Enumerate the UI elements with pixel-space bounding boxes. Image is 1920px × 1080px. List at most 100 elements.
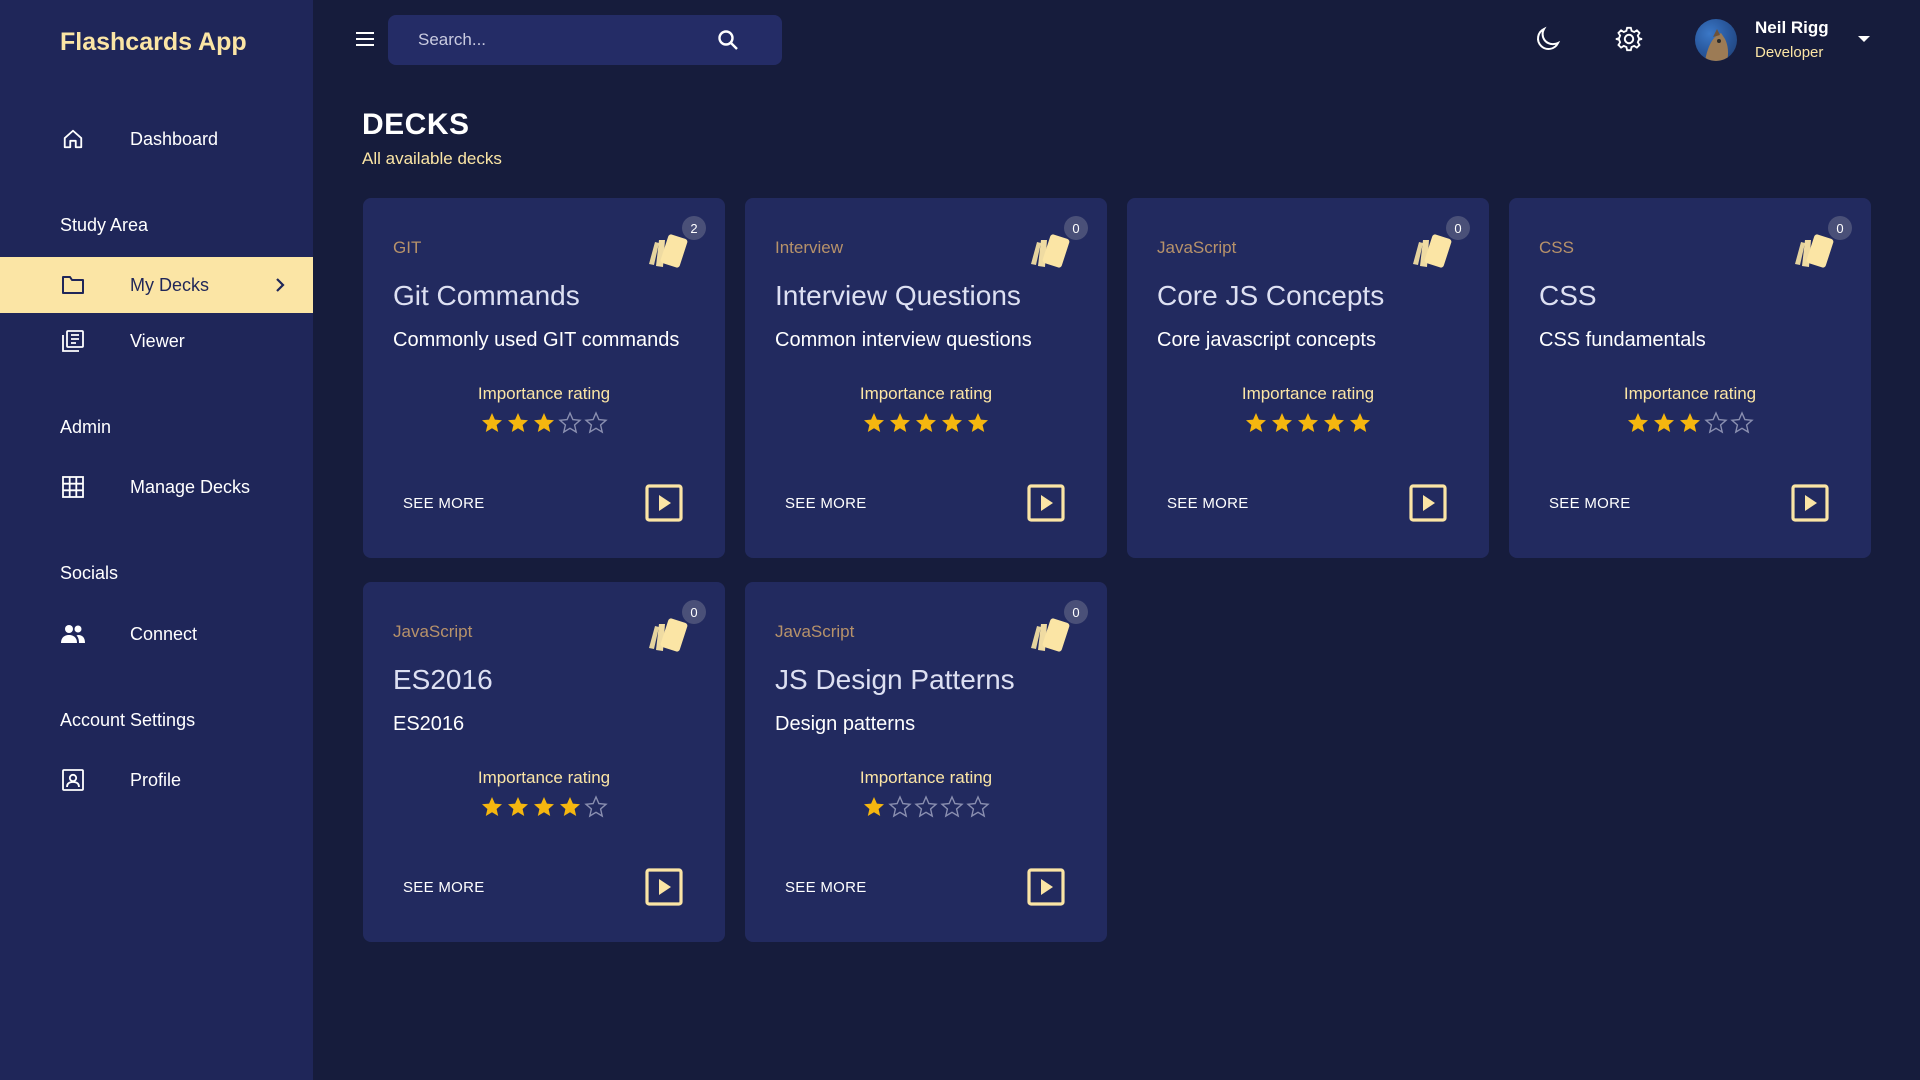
user-name: Neil Rigg xyxy=(1755,18,1829,37)
importance-rating-label: Importance rating xyxy=(859,768,993,787)
deck-description: ES2016 xyxy=(393,713,465,735)
deck-card: CSS 0 CSS CSS fundamentals Importance ra… xyxy=(1509,198,1871,558)
deck-category: JavaScript xyxy=(775,622,855,641)
caret-down-icon[interactable] xyxy=(1855,32,1873,46)
grid-icon xyxy=(60,474,86,500)
star-empty-icon xyxy=(558,411,582,435)
see-more-button[interactable]: SEE MORE xyxy=(1167,495,1249,512)
settings-gear-icon[interactable] xyxy=(1614,24,1644,54)
deck-title: Core JS Concepts xyxy=(1157,280,1385,311)
deck-card: GIT 2 Git Commands Commonly used GIT com… xyxy=(363,198,725,558)
star-filled-icon xyxy=(506,795,530,819)
chevron-right-icon xyxy=(273,278,287,292)
deck-category: GIT xyxy=(393,238,422,257)
people-icon xyxy=(60,621,86,647)
card-count-badge: 0 xyxy=(1064,216,1088,240)
play-icon[interactable] xyxy=(644,867,684,907)
deck-card: JavaScript 0 Core JS Concepts Core javas… xyxy=(1127,198,1489,558)
importance-rating-label: Importance rating xyxy=(1241,384,1375,403)
star-filled-icon xyxy=(1322,411,1346,435)
star-empty-icon xyxy=(914,795,938,819)
importance-rating-label: Importance rating xyxy=(859,384,993,403)
sidebar-item-label: Dashboard xyxy=(130,128,219,149)
search-input[interactable] xyxy=(388,15,728,65)
deck-category: Interview xyxy=(775,238,844,257)
deck-description: Common interview questions xyxy=(775,329,1032,351)
see-more-button[interactable]: SEE MORE xyxy=(785,879,867,896)
menu-icon[interactable] xyxy=(354,28,376,50)
play-icon[interactable] xyxy=(644,483,684,523)
star-filled-icon xyxy=(506,411,530,435)
star-filled-icon xyxy=(1296,411,1320,435)
play-icon[interactable] xyxy=(1408,483,1448,523)
page-title: DECKS xyxy=(362,108,470,141)
see-more-button[interactable]: SEE MORE xyxy=(785,495,867,512)
card-count-badge: 0 xyxy=(682,600,706,624)
importance-rating-label: Importance rating xyxy=(477,384,611,403)
star-filled-icon xyxy=(1678,411,1702,435)
see-more-button[interactable]: SEE MORE xyxy=(403,879,485,896)
sidebar-item-label: Connect xyxy=(130,623,198,644)
avatar[interactable] xyxy=(1695,19,1737,61)
star-rating xyxy=(1509,411,1871,435)
star-filled-icon xyxy=(966,411,990,435)
deck-description: Core javascript concepts xyxy=(1157,329,1376,351)
play-icon[interactable] xyxy=(1790,483,1830,523)
deck-description: Commonly used GIT commands xyxy=(393,329,680,351)
star-rating xyxy=(745,411,1107,435)
star-filled-icon xyxy=(1652,411,1676,435)
star-filled-icon xyxy=(1244,411,1268,435)
play-icon[interactable] xyxy=(1026,867,1066,907)
star-empty-icon xyxy=(966,795,990,819)
importance-rating-label: Importance rating xyxy=(1623,384,1757,403)
deck-title: Interview Questions xyxy=(775,280,1021,311)
star-empty-icon xyxy=(584,795,608,819)
play-icon[interactable] xyxy=(1026,483,1066,523)
search-bar xyxy=(388,15,782,65)
section-socials: Socials xyxy=(60,563,119,583)
star-rating xyxy=(745,795,1107,819)
star-filled-icon xyxy=(480,411,504,435)
star-empty-icon xyxy=(584,411,608,435)
star-empty-icon xyxy=(888,795,912,819)
star-filled-icon xyxy=(1348,411,1372,435)
library-books-icon xyxy=(60,328,86,354)
home-icon xyxy=(60,126,86,152)
star-empty-icon xyxy=(940,795,964,819)
card-count-badge: 2 xyxy=(682,216,706,240)
sidebar-item-viewer[interactable]: Viewer xyxy=(0,313,313,369)
star-rating xyxy=(1127,411,1489,435)
section-admin: Admin xyxy=(60,417,112,437)
deck-title: ES2016 xyxy=(393,664,493,695)
see-more-button[interactable]: SEE MORE xyxy=(1549,495,1631,512)
star-rating xyxy=(363,411,725,435)
sidebar-item-profile[interactable]: Profile xyxy=(0,752,313,808)
card-count-badge: 0 xyxy=(1064,600,1088,624)
star-rating xyxy=(363,795,725,819)
search-icon[interactable] xyxy=(716,28,740,52)
see-more-button[interactable]: SEE MORE xyxy=(403,495,485,512)
star-filled-icon xyxy=(558,795,582,819)
sidebar-item-my-decks[interactable]: My Decks xyxy=(0,257,313,313)
deck-category: CSS xyxy=(1539,238,1574,257)
deck-card: JavaScript 0 ES2016 ES2016 Importance ra… xyxy=(363,582,725,942)
sidebar-item-dashboard[interactable]: Dashboard xyxy=(0,111,313,167)
sidebar-item-label: Profile xyxy=(130,769,182,790)
deck-category: JavaScript xyxy=(1157,238,1237,257)
dark-mode-icon[interactable] xyxy=(1533,24,1563,54)
sidebar-item-connect[interactable]: Connect xyxy=(0,606,313,662)
star-filled-icon xyxy=(940,411,964,435)
deck-title: Git Commands xyxy=(393,280,580,311)
star-filled-icon xyxy=(862,411,886,435)
sidebar-item-manage-decks[interactable]: Manage Decks xyxy=(0,459,313,515)
star-filled-icon xyxy=(532,795,556,819)
star-filled-icon xyxy=(914,411,938,435)
card-count-badge: 0 xyxy=(1828,216,1852,240)
folder-icon xyxy=(60,272,86,298)
sidebar-item-label: Viewer xyxy=(130,330,185,351)
contact-card-icon xyxy=(60,767,86,793)
importance-rating-label: Importance rating xyxy=(477,768,611,787)
card-count-badge: 0 xyxy=(1446,216,1470,240)
page-subtitle: All available decks xyxy=(362,149,502,168)
user-role: Developer xyxy=(1755,44,1824,61)
